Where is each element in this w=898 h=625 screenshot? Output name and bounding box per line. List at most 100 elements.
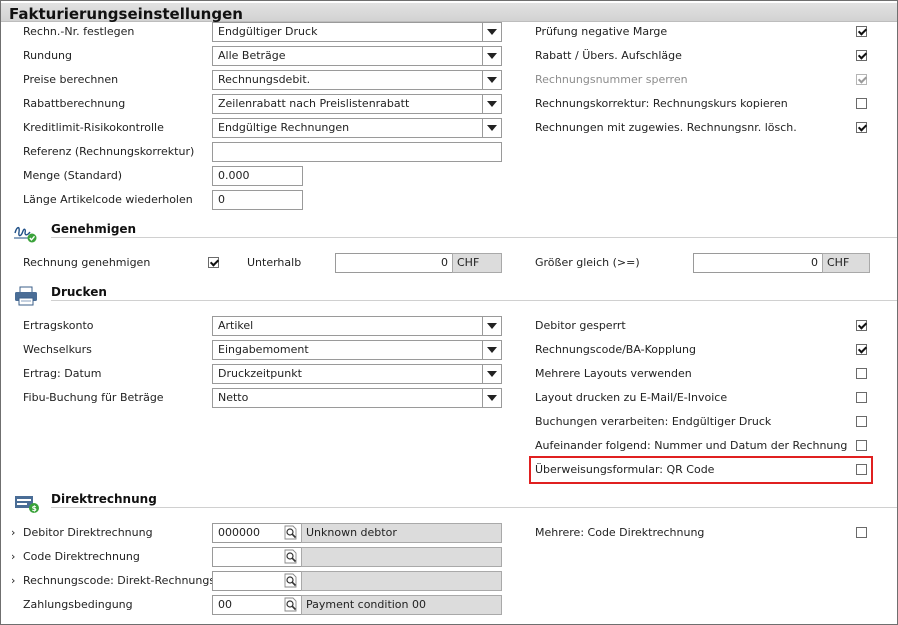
- chevron-right-icon[interactable]: ›: [11, 526, 15, 539]
- code-direkt-label: Code Direktrechnung: [23, 550, 140, 563]
- rechn-nr-label: Rechn.-Nr. festlegen: [23, 25, 135, 38]
- chevron-down-icon[interactable]: [482, 95, 501, 113]
- pruefung-label: Prüfung negative Marge: [535, 25, 668, 38]
- rundung-value: Alle Beträge: [218, 49, 286, 62]
- debitor-desc-text: Unknown debtor: [306, 526, 397, 539]
- qr-code-checkbox[interactable]: [856, 464, 867, 475]
- chevron-down-icon[interactable]: [482, 365, 501, 383]
- chevron-down-icon[interactable]: [482, 119, 501, 137]
- ertragskonto-select[interactable]: Artikel: [212, 316, 502, 336]
- loeschen-checkbox[interactable]: [856, 122, 867, 133]
- fibu-select[interactable]: Netto: [212, 388, 502, 408]
- buchungen-checkbox[interactable]: [856, 416, 867, 427]
- buchungen-label: Buchungen verarbeiten: Endgültiger Druck: [535, 415, 772, 428]
- rundung-label: Rundung: [23, 49, 73, 62]
- preise-select[interactable]: Rechnungsdebit.: [212, 70, 502, 90]
- chevron-right-icon[interactable]: ›: [11, 550, 15, 563]
- rechn-nr-select[interactable]: Endgültiger Druck: [212, 22, 502, 42]
- section-divider: [51, 237, 897, 238]
- wechselkurs-label: Wechselkurs: [23, 343, 92, 356]
- rechn-nr-value: Endgültiger Druck: [218, 25, 318, 38]
- groesser-value: 0: [811, 256, 818, 269]
- magnifier-page-icon[interactable]: [282, 548, 300, 566]
- aufeinander-label: Aufeinander folgend: Nummer und Datum de…: [535, 439, 848, 452]
- zahlung-desc: Payment condition 00: [301, 595, 502, 615]
- unterhalb-value: 0: [441, 256, 448, 269]
- magnifier-page-icon[interactable]: [282, 572, 300, 590]
- sperren-label: Rechnungsnummer sperren: [535, 73, 688, 86]
- unterhalb-input[interactable]: 0: [335, 253, 453, 273]
- magnifier-page-icon[interactable]: [282, 524, 300, 542]
- ertrag-datum-select[interactable]: Druckzeitpunkt: [212, 364, 502, 384]
- laenge-input[interactable]: 0: [212, 190, 303, 210]
- debitor-direkt-code: 000000: [218, 526, 260, 539]
- section-title-direktrechnung: Direktrechnung: [51, 492, 157, 506]
- groesser-currency: CHF: [822, 253, 870, 273]
- pruefung-checkbox[interactable]: [856, 26, 867, 37]
- korrektur-checkbox[interactable]: [856, 98, 867, 109]
- rechnung-genehmigen-checkbox[interactable]: [208, 257, 219, 268]
- mehrere-label: Mehrere: Code Direktrechnung: [535, 526, 705, 539]
- wechselkurs-value: Eingabemoment: [218, 343, 309, 356]
- rabatt-label: Rabattberechnung: [23, 97, 126, 110]
- settings-window: Fakturierungseinstellungen Rechn.-Nr. fe…: [0, 0, 898, 625]
- window-title: Fakturierungseinstellungen: [9, 5, 243, 23]
- chevron-down-icon[interactable]: [482, 47, 501, 65]
- referenz-input[interactable]: [212, 142, 502, 162]
- zahlung-code: 00: [218, 598, 232, 611]
- rabatt-value: Zeilenrabatt nach Preislistenrabatt: [218, 97, 410, 110]
- section-title-genehmigen: Genehmigen: [51, 222, 137, 236]
- groesser-input[interactable]: 0: [693, 253, 823, 273]
- rabatt-aufschlaege-checkbox[interactable]: [856, 50, 867, 61]
- code-direkt-desc: [301, 547, 502, 567]
- laenge-value: 0: [218, 193, 225, 206]
- menge-label: Menge (Standard): [23, 169, 123, 182]
- referenz-label: Referenz (Rechnungskorrektur): [23, 145, 195, 158]
- section-title-drucken: Drucken: [51, 285, 107, 299]
- kredit-select[interactable]: Endgültige Rechnungen: [212, 118, 502, 138]
- invoice-money-icon: $: [15, 496, 39, 513]
- kopplung-label: Rechnungscode/BA-Kopplung: [535, 343, 696, 356]
- magnifier-page-icon[interactable]: [282, 596, 300, 614]
- ertragskonto-label: Ertragskonto: [23, 319, 94, 332]
- menge-input[interactable]: 0.000: [212, 166, 303, 186]
- chevron-down-icon[interactable]: [482, 23, 501, 41]
- debitor-gesperrt-checkbox[interactable]: [856, 320, 867, 331]
- rechnung-genehmigen-label: Rechnung genehmigen: [23, 256, 151, 269]
- groesser-label: Größer gleich (>=): [535, 256, 640, 269]
- zahlung-label: Zahlungsbedingung: [23, 598, 133, 611]
- printer-icon: [15, 286, 37, 306]
- debitor-gesperrt-label: Debitor gesperrt: [535, 319, 626, 332]
- korrektur-label: Rechnungskorrektur: Rechnungskurs kopier…: [535, 97, 788, 110]
- chevron-down-icon[interactable]: [482, 389, 501, 407]
- chevron-down-icon[interactable]: [482, 341, 501, 359]
- unterhalb-currency: CHF: [452, 253, 502, 273]
- title-bar: Fakturierungseinstellungen: [1, 1, 897, 23]
- signature-check-icon: [14, 226, 37, 243]
- zahlung-desc-text: Payment condition 00: [306, 598, 427, 611]
- layouts-checkbox[interactable]: [856, 368, 867, 379]
- currency-text: CHF: [827, 256, 850, 269]
- email-checkbox[interactable]: [856, 392, 867, 403]
- loeschen-label: Rechnungen mit zugewies. Rechnungsnr. lö…: [535, 121, 797, 134]
- kredit-label: Kreditlimit-Risikokontrolle: [23, 121, 164, 134]
- preise-label: Preise berechnen: [23, 73, 119, 86]
- ertrag-datum-label: Ertrag: Datum: [23, 367, 102, 380]
- rundung-select[interactable]: Alle Beträge: [212, 46, 502, 66]
- rabatt-select[interactable]: Zeilenrabatt nach Preislistenrabatt: [212, 94, 502, 114]
- layouts-label: Mehrere Layouts verwenden: [535, 367, 692, 380]
- ertragskonto-value: Artikel: [218, 319, 254, 332]
- kopplung-checkbox[interactable]: [856, 344, 867, 355]
- rcode-direkt-label: Rechnungscode: Direkt-Rechnungsko: [23, 574, 212, 587]
- wechselkurs-select[interactable]: Eingabemoment: [212, 340, 502, 360]
- chevron-down-icon[interactable]: [482, 71, 501, 89]
- menge-value: 0.000: [218, 169, 250, 182]
- debitor-direkt-label: Debitor Direktrechnung: [23, 526, 153, 539]
- section-divider: [51, 507, 897, 508]
- chevron-right-icon[interactable]: ›: [11, 574, 15, 587]
- sperren-checkbox: [856, 74, 867, 85]
- aufeinander-checkbox[interactable]: [856, 440, 867, 451]
- chevron-down-icon[interactable]: [482, 317, 501, 335]
- mehrere-checkbox[interactable]: [856, 527, 867, 538]
- laenge-label: Länge Artikelcode wiederholen: [23, 193, 193, 206]
